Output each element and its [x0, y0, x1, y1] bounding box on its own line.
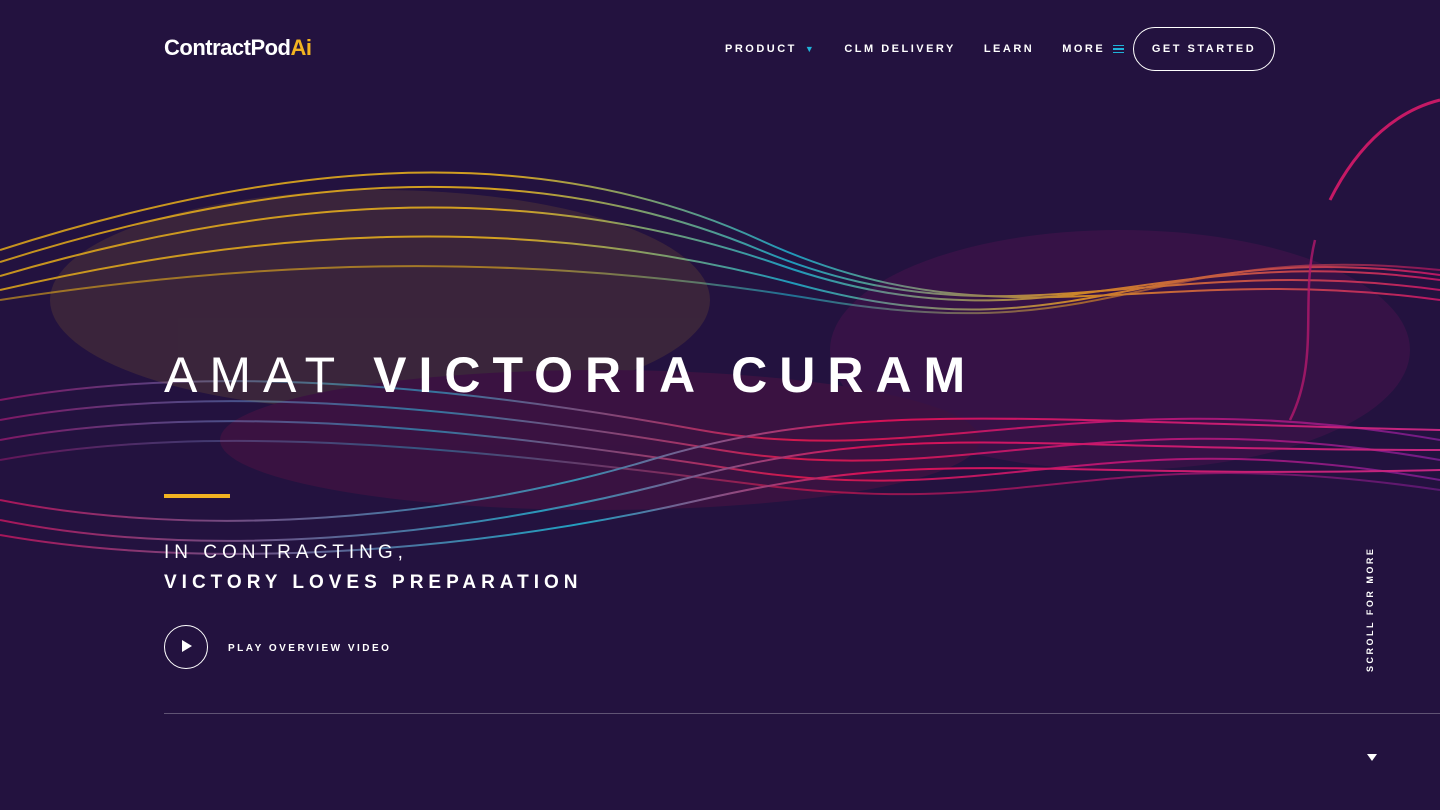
nav-item-learn[interactable]: LEARN [984, 43, 1034, 55]
headline-bold: VICTORIA CURAM [373, 347, 978, 403]
hero-subline-2: VICTORY LOVES PREPARATION [164, 572, 583, 593]
brand-logo[interactable]: ContractPodAi [164, 35, 312, 61]
play-icon [182, 640, 192, 652]
nav-item-label: CLM DELIVERY [844, 43, 956, 55]
main-nav: PRODUCT ▼ CLM DELIVERY LEARN MORE [725, 43, 1125, 55]
hero-subline-1: IN CONTRACTING, [164, 542, 408, 563]
scroll-for-more-label: SCROLL FOR MORE [1365, 546, 1375, 672]
scroll-down-arrow-icon[interactable] [1367, 754, 1377, 761]
play-video-button[interactable] [164, 625, 208, 669]
brand-suffix: Ai [290, 35, 313, 60]
nav-item-clm-delivery[interactable]: CLM DELIVERY [844, 43, 956, 55]
menu-icon [1113, 44, 1125, 54]
hero-headline: AMAT VICTORIA CURAM [164, 344, 977, 406]
headline-light: AMAT [164, 347, 348, 403]
nav-item-label: LEARN [983, 43, 1035, 55]
brand-name: ContractPod [164, 35, 291, 60]
nav-item-label: PRODUCT [725, 43, 797, 55]
nav-item-more[interactable]: MORE [1062, 43, 1125, 55]
play-video-label[interactable]: PLAY OVERVIEW VIDEO [228, 643, 391, 654]
get-started-button[interactable]: GET STARTED [1133, 27, 1275, 71]
nav-item-product[interactable]: PRODUCT ▼ [725, 43, 816, 55]
caret-down-icon: ▼ [804, 44, 817, 54]
nav-item-label: MORE [1062, 43, 1106, 55]
accent-divider [164, 494, 230, 498]
section-divider [164, 713, 1440, 714]
